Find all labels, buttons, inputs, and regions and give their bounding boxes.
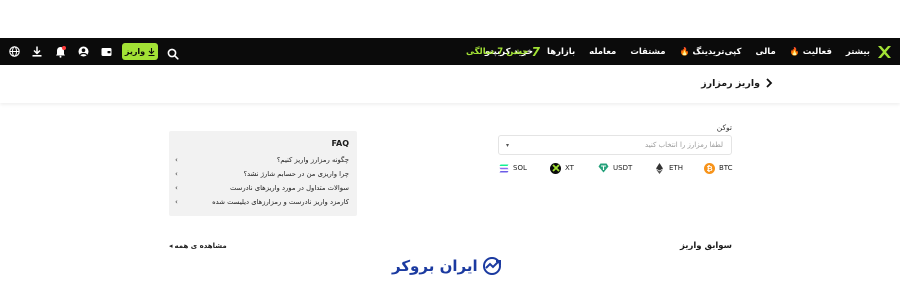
- chevron-down-icon: ▾: [506, 142, 510, 149]
- svg-text:₿: ₿: [707, 164, 713, 172]
- coin-eth[interactable]: ETH: [654, 162, 683, 174]
- coin-symbol: ETH: [669, 164, 683, 172]
- deposit-label: واریز: [124, 47, 146, 56]
- faq-item[interactable]: چگونه رمزارز واریز کنیم؟ ‹: [169, 154, 357, 168]
- fire-icon: 🔥: [679, 47, 690, 56]
- app-download-icon[interactable]: [31, 46, 43, 58]
- nav-item[interactable]: مشتقات: [630, 47, 665, 57]
- coin-symbol: BTC: [719, 164, 733, 172]
- nav-item[interactable]: کپی‌تریدینگ 🔥: [680, 47, 742, 57]
- nav-item-label: فعالیت: [802, 46, 832, 57]
- see-all-label: مشاهده ی همه: [174, 242, 227, 250]
- download-icon: [148, 47, 155, 56]
- wallet-icon[interactable]: [100, 46, 112, 58]
- anniversary-banner[interactable]: جشن 7 سالگی 7: [466, 44, 540, 60]
- faq-item[interactable]: سوالات متداول در مورد واریزهای نادرست ‹: [169, 182, 357, 196]
- chevron-left-icon: ‹: [175, 170, 178, 178]
- deposit-button[interactable]: واریز: [122, 43, 158, 60]
- eth-icon: [654, 162, 665, 174]
- back-chevron-icon[interactable]: [764, 77, 774, 89]
- page-title: واریز رمزارز: [701, 78, 760, 89]
- notification-bell-icon[interactable]: [54, 45, 66, 58]
- quick-coin-list: ₿ BTC ETH USDT XT SOL: [496, 162, 734, 176]
- faq-question: کارمزد واریز نادرست و رمزارزهای دیلیست ش…: [212, 198, 349, 206]
- chevron-left-icon: ‹: [175, 156, 178, 164]
- faq-question: چگونه رمزارز واریز کنیم؟: [276, 156, 349, 164]
- coin-symbol: SOL: [513, 164, 527, 172]
- coin-xt[interactable]: XT: [550, 162, 574, 174]
- anniversary-label: جشن 7 سالگی: [466, 47, 529, 57]
- faq-item[interactable]: کارمزد واریز نادرست و رمزارزهای دیلیست ش…: [169, 196, 357, 210]
- deposit-history-title: سوابق واریز: [680, 241, 732, 251]
- globe-icon[interactable]: [8, 46, 20, 58]
- utility-icons: [8, 38, 112, 65]
- fire-icon: 🔥: [789, 47, 800, 56]
- xt-icon: [550, 162, 561, 174]
- faq-panel: FAQ چگونه رمزارز واریز کنیم؟ ‹ چرا واریز…: [169, 131, 357, 216]
- chevron-left-icon: ‹: [175, 184, 178, 192]
- user-account-icon[interactable]: [77, 46, 89, 58]
- watermark-logo: ایران بروکر: [392, 255, 504, 277]
- nav-item[interactable]: بازارها: [547, 47, 575, 57]
- watermark-text: ایران بروکر: [392, 257, 478, 275]
- nav-item-label: بیشتر: [845, 46, 870, 57]
- nav-item-label: بازارها: [547, 46, 576, 57]
- chevron-left-icon: ‹: [175, 198, 178, 206]
- faq-question: سوالات متداول در مورد واریزهای نادرست: [229, 184, 349, 192]
- coin-btc[interactable]: ₿ BTC: [704, 162, 733, 174]
- coin-symbol: USDT: [613, 164, 633, 172]
- coin-usdt[interactable]: USDT: [598, 162, 632, 174]
- token-label: توکن: [716, 123, 732, 132]
- coin-sol[interactable]: SOL: [498, 162, 527, 174]
- top-navbar: خرید کریپتو بازارها معامله مشتقات کپی‌تریدین…: [0, 38, 900, 65]
- nav-item[interactable]: فعالیت 🔥: [790, 47, 832, 57]
- token-select-placeholder: لطفا رمزارز را انتخاب کنید: [645, 141, 723, 149]
- chart-growth-icon: [482, 257, 501, 275]
- xt-logo-icon[interactable]: [876, 44, 892, 60]
- coin-symbol: XT: [565, 164, 574, 172]
- token-select[interactable]: لطفا رمزارز را انتخاب کنید ▾: [498, 135, 732, 155]
- faq-title: FAQ: [331, 139, 349, 148]
- nav-menu: خرید کریپتو بازارها معامله مشتقات کپی‌تریدین…: [485, 38, 870, 65]
- nav-item[interactable]: معامله: [589, 47, 616, 57]
- faq-item[interactable]: چرا واریزی من در حسابم شارژ نشد؟ ‹: [169, 168, 357, 182]
- faq-question: چرا واریزی من در حسابم شارژ نشد؟: [243, 170, 349, 178]
- see-all-link[interactable]: مشاهده ی همه ◂: [169, 242, 227, 250]
- nav-item-label: مالی: [755, 46, 776, 57]
- chevron-left-icon: ◂: [169, 242, 173, 250]
- sol-icon: [498, 163, 509, 174]
- nav-item[interactable]: بیشتر: [846, 47, 870, 57]
- nav-item[interactable]: مالی: [755, 47, 775, 57]
- search-icon[interactable]: [167, 45, 179, 60]
- nav-item-label: مشتقات: [630, 46, 666, 57]
- nav-item-label: معامله: [589, 46, 617, 57]
- nav-item-label: کپی‌تریدینگ: [692, 46, 742, 57]
- top-whitespace: [0, 0, 900, 38]
- usdt-icon: [598, 163, 609, 174]
- page-header: واریز رمزارز: [0, 65, 900, 103]
- btc-icon: ₿: [704, 162, 715, 174]
- seven-badge-icon: 7: [531, 45, 540, 59]
